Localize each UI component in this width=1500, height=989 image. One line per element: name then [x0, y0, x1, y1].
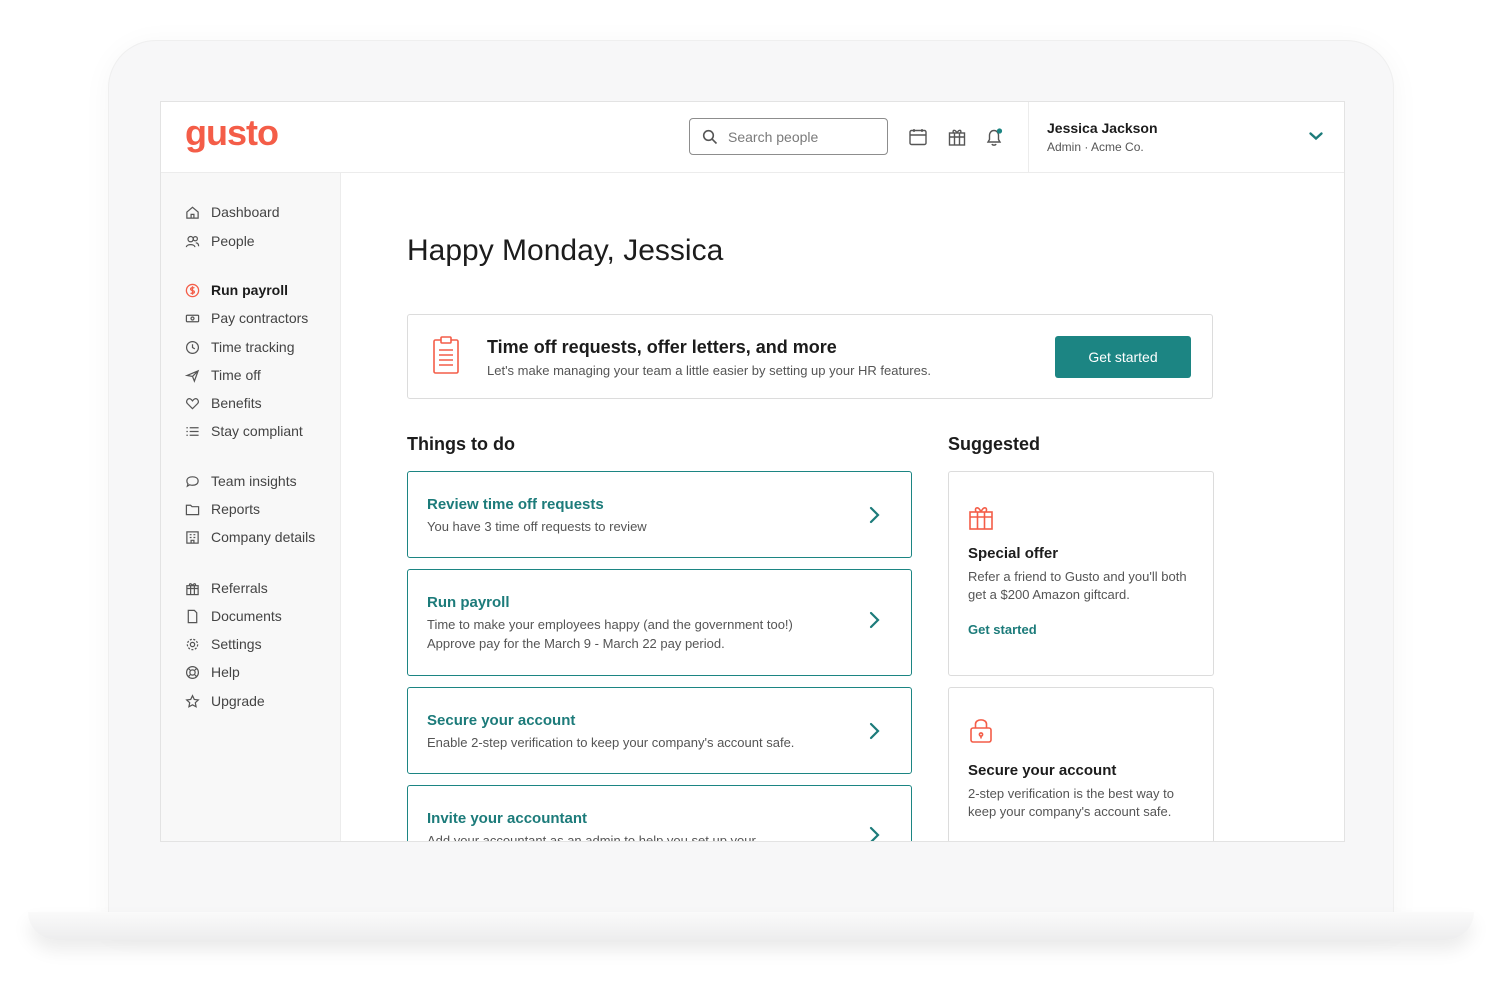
sidebar-item-label: Upgrade [211, 693, 265, 709]
todo-card-review-time-off[interactable]: Review time off requests You have 3 time… [407, 471, 912, 558]
sidebar-item-label: Reports [211, 501, 261, 517]
gift-icon [969, 507, 993, 530]
folder-icon [185, 504, 200, 515]
sidebar-item-upgrade[interactable]: Upgrade [185, 691, 265, 711]
hr-setup-banner: Time off requests, offer letters, and mo… [407, 314, 1213, 399]
sidebar-item-company-details[interactable]: Company details [185, 527, 315, 547]
bell-icon[interactable] [984, 127, 1004, 147]
sidebar-item-dashboard[interactable]: Dashboard [185, 202, 280, 222]
page-title: Happy Monday, Jessica [407, 234, 724, 267]
todo-title: Review time off requests [427, 496, 604, 513]
gear-icon [186, 638, 199, 650]
plane-icon [185, 369, 200, 383]
chevron-right-icon[interactable] [866, 505, 882, 525]
banner-title: Time off requests, offer letters, and mo… [487, 337, 837, 357]
sidebar-item-time-tracking[interactable]: Time tracking [185, 337, 295, 357]
suggested-description: Refer a friend to Gusto and you'll both … [968, 569, 1187, 602]
todo-description: Time to make your employees happy (and t… [427, 617, 793, 651]
chevron-down-icon[interactable] [1307, 127, 1325, 145]
sidebar: Dashboard People Run payroll Pay contrac… [161, 173, 341, 841]
sidebar-item-label: Run payroll [211, 282, 289, 298]
banner-subtitle: Let's make managing your team a little e… [487, 363, 931, 378]
todo-card-invite-accountant[interactable]: Invite your accountant Add your accounta… [407, 785, 912, 842]
sidebar-item-label: Stay compliant [211, 423, 303, 439]
sidebar-item-label: People [211, 233, 255, 249]
user-menu[interactable]: Jessica Jackson Admin · Acme Co. [1028, 102, 1344, 173]
suggested-card-special-offer: Special offer Refer a friend to Gusto an… [948, 471, 1214, 676]
sidebar-item-time-off[interactable]: Time off [185, 365, 261, 385]
calendar-icon[interactable] [908, 127, 928, 147]
sidebar-item-label: Help [211, 664, 240, 680]
sidebar-item-label: Time tracking [211, 339, 295, 355]
people-icon [185, 235, 200, 247]
sidebar-item-benefits[interactable]: Benefits [185, 393, 262, 413]
chevron-right-icon[interactable] [866, 825, 882, 842]
sidebar-item-reports[interactable]: Reports [185, 499, 260, 519]
home-icon [186, 206, 199, 219]
todo-description: Add your accountant as an admin to help … [427, 833, 756, 842]
search-box[interactable] [689, 118, 888, 155]
sidebar-item-label: Settings [211, 636, 262, 652]
building-icon [186, 530, 199, 544]
suggested-heading: Suggested [948, 434, 1041, 454]
sidebar-item-team-insights[interactable]: Team insights [185, 471, 297, 491]
sidebar-item-documents[interactable]: Documents [185, 606, 282, 626]
sidebar-item-label: Benefits [211, 395, 262, 411]
todo-description: You have 3 time off requests to review [427, 519, 647, 534]
sidebar-item-label: Referrals [211, 580, 268, 596]
todo-title: Run payroll [427, 594, 510, 611]
chat-icon [186, 475, 199, 487]
sidebar-item-run-payroll[interactable]: Run payroll [185, 280, 288, 300]
get-started-button[interactable]: Get started [1055, 336, 1191, 378]
get-started-link[interactable]: Get started [968, 622, 1037, 637]
todo-title: Invite your accountant [427, 810, 588, 827]
sidebar-item-label: Pay contractors [211, 310, 309, 326]
sidebar-item-label: Documents [211, 608, 282, 624]
gusto-logo[interactable]: gusto [185, 112, 279, 154]
money-icon [185, 314, 200, 322]
sidebar-item-label: Company details [211, 529, 316, 545]
lock-icon [970, 719, 992, 743]
search-icon [702, 129, 718, 144]
suggested-description: 2-step verification is the best way to k… [968, 786, 1174, 819]
heart-icon [186, 397, 199, 410]
chevron-right-icon[interactable] [866, 610, 882, 630]
user-role: Admin · Acme Co. [1047, 140, 1144, 154]
help-icon [185, 665, 200, 679]
star-icon [185, 693, 200, 708]
sidebar-item-people[interactable]: People [185, 231, 255, 251]
gift-icon [186, 582, 199, 595]
list-icon [186, 426, 199, 436]
todo-card-run-payroll[interactable]: Run payroll Time to make your employees … [407, 569, 912, 676]
top-header: gusto Jessica Jackson Admin · Acme Co. [161, 102, 1344, 173]
sidebar-item-help[interactable]: Help [185, 662, 240, 682]
sidebar-item-label: Time off [211, 367, 261, 383]
laptop-base [28, 912, 1474, 940]
clipboard-icon [433, 336, 459, 374]
suggested-title: Secure your account [968, 762, 1117, 779]
sidebar-item-label: Dashboard [211, 204, 280, 220]
sidebar-item-settings[interactable]: Settings [185, 634, 262, 654]
sidebar-item-pay-contractors[interactable]: Pay contractors [185, 308, 308, 328]
clock-icon [185, 340, 200, 354]
app-screen: gusto Jessica Jackson Admin · Acme Co. D… [160, 101, 1345, 842]
todo-card-secure-account[interactable]: Secure your account Enable 2-step verifi… [407, 687, 912, 774]
suggested-title: Special offer [968, 545, 1059, 562]
gift-icon[interactable] [947, 127, 967, 147]
chevron-right-icon[interactable] [866, 721, 882, 741]
document-icon [187, 609, 198, 623]
suggested-card-secure-account: Secure your account 2-step verification … [948, 687, 1214, 841]
user-name: Jessica Jackson [1047, 120, 1158, 136]
sidebar-item-stay-compliant[interactable]: Stay compliant [185, 421, 303, 441]
dollar-icon [185, 283, 200, 297]
sidebar-item-referrals[interactable]: Referrals [185, 578, 268, 598]
todo-description: Enable 2-step verification to keep your … [427, 735, 795, 750]
sidebar-item-label: Team insights [211, 473, 297, 489]
things-to-do-heading: Things to do [407, 434, 515, 454]
todo-title: Secure your account [427, 712, 576, 729]
search-input[interactable] [728, 128, 878, 145]
